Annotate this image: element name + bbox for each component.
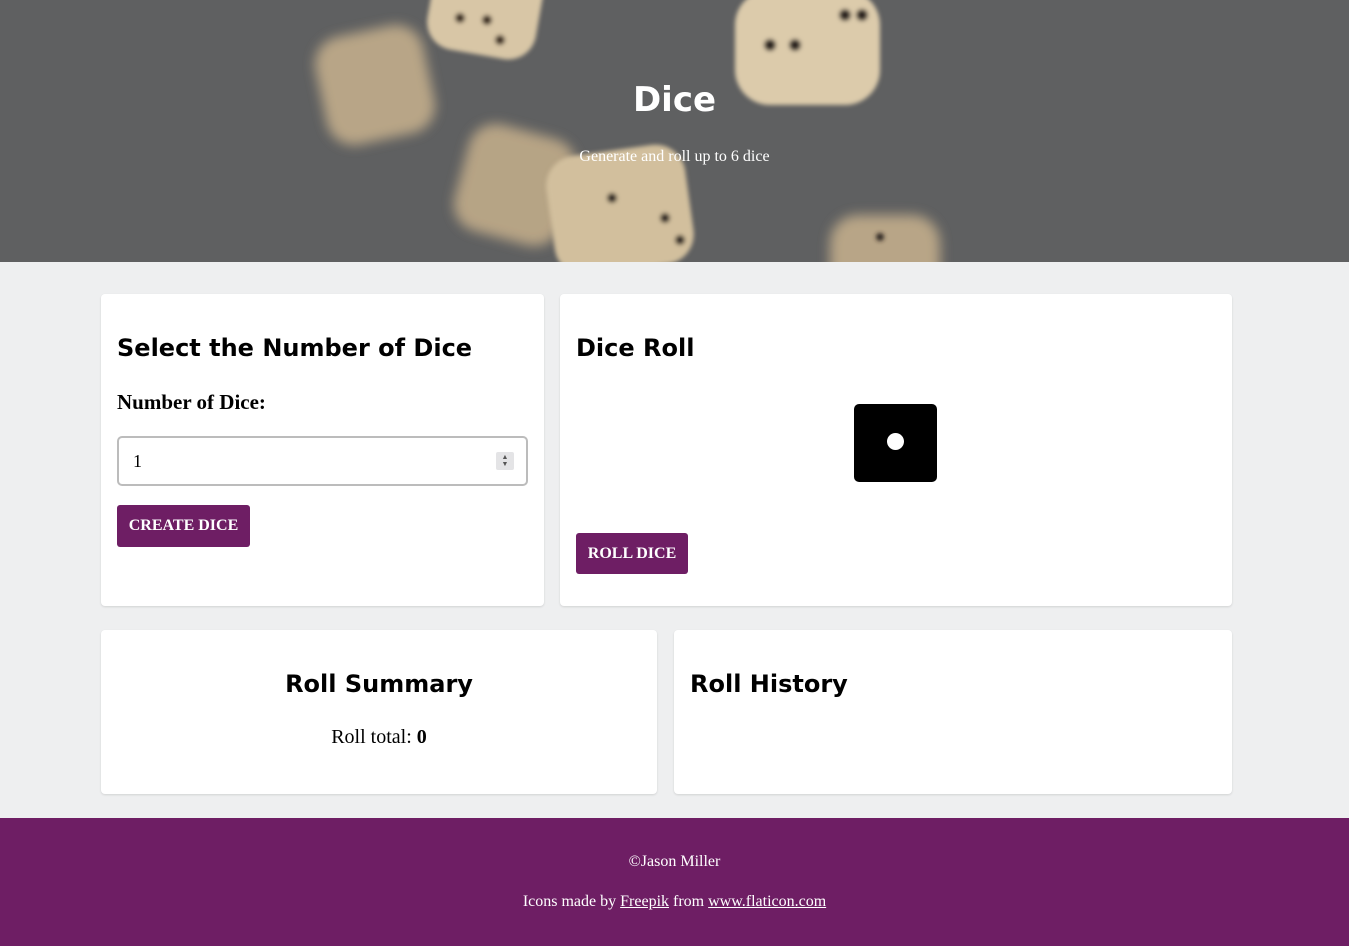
- roll-history-card: Roll History: [674, 630, 1232, 794]
- die-pip: [887, 433, 904, 450]
- roll-total-label: Roll total:: [331, 726, 417, 748]
- freepik-link[interactable]: Freepik: [620, 893, 669, 910]
- roll-history-heading: Roll History: [690, 670, 848, 698]
- select-dice-heading: Select the Number of Dice: [117, 334, 473, 362]
- credit-prefix: Icons made by: [522, 893, 621, 910]
- number-of-dice-input[interactable]: 1 ▲ ▼: [117, 436, 528, 486]
- dice-roll-card: Dice Roll ROLL DICE: [560, 294, 1232, 606]
- credit-middle: from: [669, 893, 709, 910]
- dice-roll-heading: Dice Roll: [576, 334, 695, 362]
- page-subtitle: Generate and roll up to 6 dice: [579, 148, 770, 165]
- roll-summary-heading: Roll Summary: [285, 670, 473, 698]
- page-title: Dice: [632, 80, 717, 120]
- select-dice-card: Select the Number of Dice Number of Dice…: [101, 294, 544, 606]
- flaticon-link[interactable]: www.flaticon.com: [708, 893, 826, 910]
- number-of-dice-value: 1: [133, 450, 142, 471]
- number-stepper-icon[interactable]: ▲ ▼: [496, 452, 514, 470]
- dice-background-image: [0, 0, 1349, 262]
- roll-summary-card: Roll Summary Roll total: 0: [101, 630, 657, 794]
- roll-dice-button[interactable]: ROLL DICE: [576, 533, 688, 574]
- roll-total-value: 0: [416, 726, 427, 748]
- die-face-one: [854, 404, 937, 482]
- hero-banner: Dice Generate and roll up to 6 dice: [0, 0, 1349, 262]
- footer-copyright: ©Jason Miller: [628, 853, 721, 870]
- footer-credit: Icons made by Freepik from www.flaticon.…: [0, 893, 1349, 911]
- roll-total: Roll total: 0: [101, 726, 657, 749]
- create-dice-button[interactable]: CREATE DICE: [117, 505, 250, 547]
- number-of-dice-label: Number of Dice:: [117, 390, 266, 414]
- footer: ©Jason Miller Icons made by Freepik from…: [0, 818, 1349, 946]
